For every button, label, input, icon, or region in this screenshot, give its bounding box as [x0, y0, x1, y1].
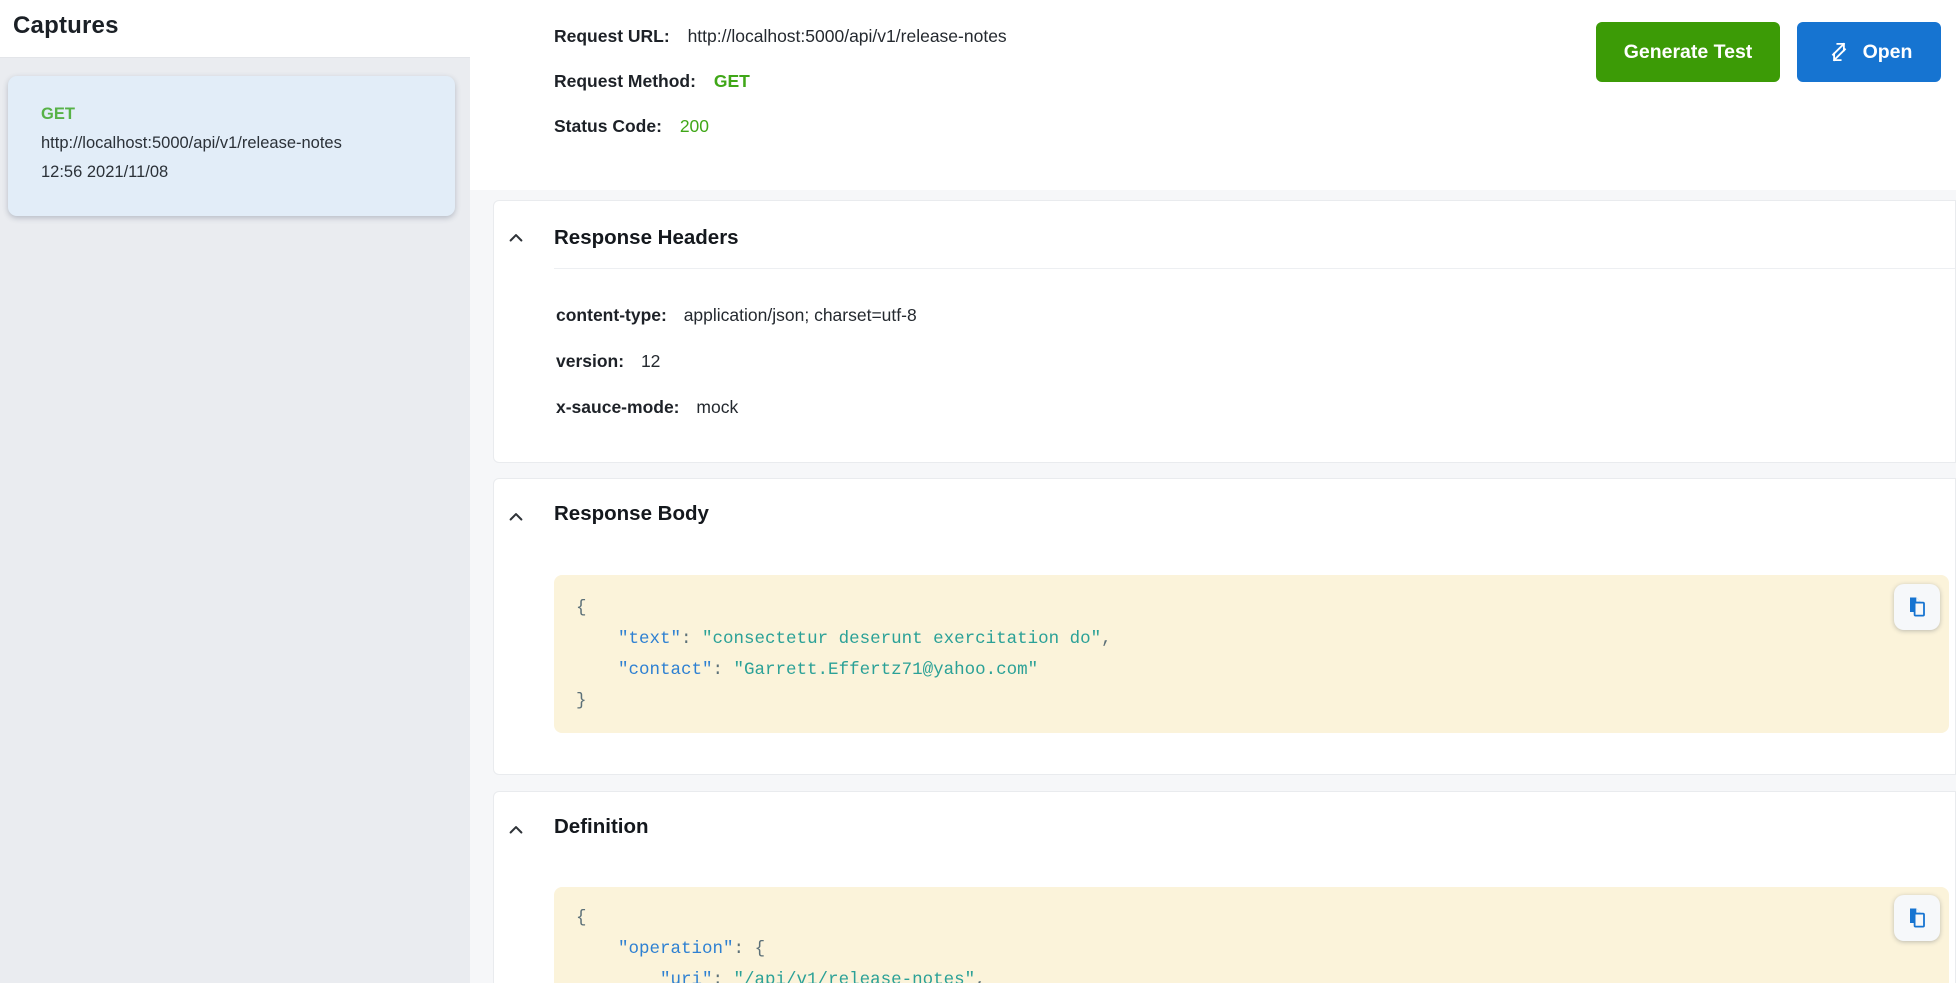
collapse-response-headers-button[interactable] — [502, 225, 530, 251]
request-method-row: Request Method: GET — [554, 68, 1007, 94]
status-code-row: Status Code: 200 — [554, 113, 1007, 139]
request-method-label: Request Method: — [554, 71, 696, 91]
open-button-label: Open — [1863, 41, 1913, 64]
open-button[interactable]: Open — [1797, 22, 1941, 82]
definition-code: { "operation": { "uri": "/api/v1/release… — [554, 887, 1949, 983]
capture-method-badge: GET — [41, 100, 342, 129]
header-value: 12 — [641, 351, 660, 371]
response-headers-list: content-type: application/json; charset=… — [556, 303, 917, 441]
header-row-x-sauce-mode: x-sauce-mode: mock — [556, 395, 917, 419]
capture-timestamp: 12:56 2021/11/08 — [41, 158, 342, 187]
collapse-response-body-button[interactable] — [502, 504, 530, 530]
section-definition: Definition { "operation": { "uri": "/api… — [493, 791, 1956, 983]
copy-definition-button[interactable] — [1894, 895, 1940, 941]
definition-title: Definition — [554, 814, 649, 840]
diagonal-arrows-icon — [1826, 39, 1852, 65]
sidebar-title: Captures — [13, 12, 119, 40]
request-url-row: Request URL: http://localhost:5000/api/v… — [554, 23, 1007, 49]
request-method-value: GET — [714, 71, 750, 91]
header-value: application/json; charset=utf-8 — [684, 305, 917, 325]
capture-item-content: GET http://localhost:5000/api/v1/release… — [41, 100, 342, 187]
status-code-value: 200 — [680, 116, 709, 136]
status-code-label: Status Code: — [554, 116, 662, 136]
request-summary: Request URL: http://localhost:5000/api/v… — [470, 0, 1956, 190]
section-response-headers: Response Headers content-type: applicati… — [493, 200, 1956, 463]
copy-response-body-button[interactable] — [1894, 584, 1940, 630]
divider — [554, 268, 1955, 269]
request-url-value: http://localhost:5000/api/v1/release-not… — [688, 26, 1007, 46]
sidebar-header: Captures — [0, 0, 470, 58]
collapse-definition-button[interactable] — [502, 817, 530, 843]
copy-icon — [1905, 906, 1929, 930]
response-body-code: { "text": "consectetur deserunt exercita… — [554, 575, 1949, 733]
header-row-version: version: 12 — [556, 349, 917, 373]
chevron-up-icon — [507, 508, 525, 526]
header-name: content-type: — [556, 305, 667, 325]
header-row-content-type: content-type: application/json; charset=… — [556, 303, 917, 327]
captures-sidebar: Captures GET http://localhost:5000/api/v… — [0, 0, 470, 983]
capture-url: http://localhost:5000/api/v1/release-not… — [41, 129, 342, 158]
header-value: mock — [696, 397, 738, 417]
chevron-up-icon — [507, 229, 525, 247]
response-headers-title: Response Headers — [554, 225, 739, 251]
request-info-rows: Request URL: http://localhost:5000/api/v… — [554, 23, 1007, 158]
capture-list-item[interactable]: GET http://localhost:5000/api/v1/release… — [8, 76, 455, 216]
copy-icon — [1905, 595, 1929, 619]
generate-test-button[interactable]: Generate Test — [1596, 22, 1780, 82]
generate-test-label: Generate Test — [1624, 41, 1753, 64]
request-url-label: Request URL: — [554, 26, 670, 46]
chevron-up-icon — [507, 821, 525, 839]
header-name: version: — [556, 351, 624, 371]
section-response-body: Response Body { "text": "consectetur des… — [493, 478, 1956, 775]
capture-detail-panel: Request URL: http://localhost:5000/api/v… — [470, 0, 1956, 983]
header-name: x-sauce-mode: — [556, 397, 680, 417]
app-window: Captures GET http://localhost:5000/api/v… — [0, 0, 1956, 983]
response-body-title: Response Body — [554, 501, 709, 527]
